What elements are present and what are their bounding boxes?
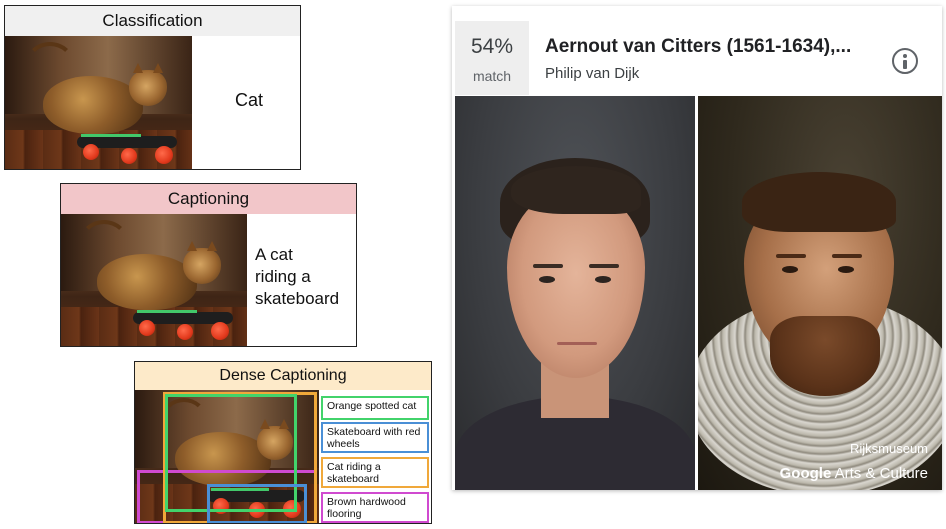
brand-arts-culture: Arts & Culture bbox=[831, 465, 928, 482]
match-score-box: 54% match bbox=[455, 21, 529, 95]
artwork-artist[interactable]: Philip van Dijk bbox=[545, 65, 639, 82]
cat-scene bbox=[5, 36, 192, 169]
google-arts-culture-logo: Google Arts & Culture bbox=[780, 465, 928, 482]
classification-panel: Classification Cat bbox=[4, 5, 301, 170]
region-box-skateboard[interactable] bbox=[207, 484, 307, 523]
caption-line-3: skateboard bbox=[255, 289, 340, 308]
dense-caption-1: Orange spotted cat bbox=[321, 396, 429, 420]
classification-result: Cat bbox=[235, 90, 264, 110]
art-match-card[interactable]: 54% match Aernout van Citters (1561-1634… bbox=[452, 6, 942, 490]
caption-line-2: riding a bbox=[255, 267, 311, 286]
artwork-title[interactable]: Aernout van Citters (1561-1634),... bbox=[545, 36, 890, 58]
face bbox=[507, 188, 645, 378]
dense-captioning-header: Dense Captioning bbox=[135, 362, 431, 390]
cat-scene bbox=[61, 214, 247, 346]
brand-google: Google bbox=[779, 465, 832, 482]
dense-caption-4: Brown hardwood flooring bbox=[321, 492, 429, 523]
beard bbox=[770, 316, 880, 396]
dense-captioning-panel: Dense Captioning Orange spotted cat Skat… bbox=[134, 361, 432, 524]
cat-photo bbox=[61, 214, 247, 346]
user-selfie-photo bbox=[455, 96, 695, 490]
captioning-panel: Captioning A cat riding a skateboard bbox=[60, 183, 357, 347]
match-percent: 54% bbox=[470, 35, 514, 58]
cat-photo bbox=[5, 36, 192, 169]
caption-line-1: A cat bbox=[255, 245, 293, 264]
dense-caption-3: Cat riding a skateboard bbox=[321, 457, 429, 488]
portrait-painting: Rijksmuseum Google Arts & Culture bbox=[698, 96, 942, 490]
cat-photo bbox=[135, 390, 319, 523]
captioning-header: Captioning bbox=[61, 184, 356, 214]
match-label: match bbox=[472, 68, 512, 84]
museum-name: Rijksmuseum bbox=[849, 441, 928, 456]
info-icon[interactable] bbox=[892, 48, 918, 74]
dense-caption-2: Skateboard with red wheels bbox=[321, 422, 429, 453]
classification-header: Classification bbox=[5, 6, 300, 36]
